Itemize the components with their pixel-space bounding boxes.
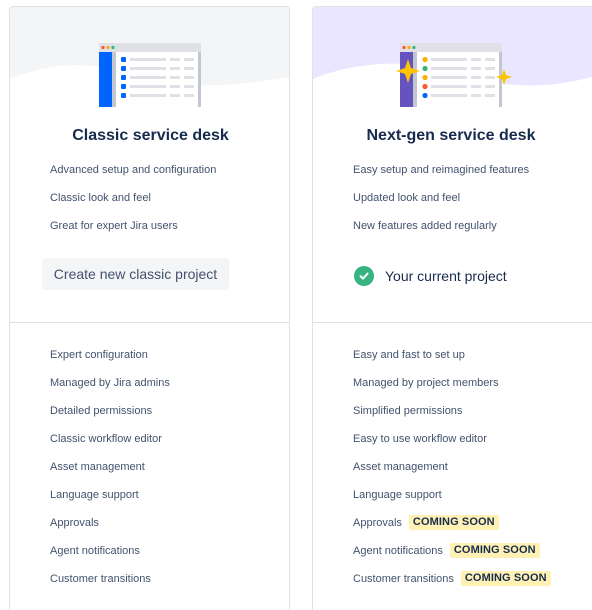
comparison-item: Easy to use workflow editor [353, 433, 487, 445]
comparison-item: Simplified permissions [353, 405, 463, 417]
next-gen-service-desk-card: Next-gen service desk Easy setup and rei… [312, 6, 592, 610]
comparison-item: Easy and fast to set up [353, 349, 465, 361]
classic-comparison-list: Expert configuration Managed by Jira adm… [50, 348, 170, 600]
classic-app-window-icon [99, 43, 201, 107]
feature-item: Updated look and feel [353, 192, 461, 204]
next-gen-title: Next-gen service desk [366, 127, 536, 144]
comparison-item: Approvals [50, 517, 99, 529]
next-gen-hero-illustration [313, 7, 592, 107]
next-gen-feature-list: Easy setup and reimagined features Updat… [353, 163, 529, 247]
comparison-item: Customer transitions COMING SOON [353, 571, 551, 600]
feature-item: Great for expert Jira users [50, 220, 178, 232]
coming-soon-badge: COMING SOON [449, 543, 540, 558]
comparison-item: Language support [50, 489, 139, 501]
coming-soon-badge: COMING SOON [408, 515, 499, 530]
comparison-item: Detailed permissions [50, 405, 153, 417]
comparison-item: Agent notifications COMING SOON [353, 543, 551, 572]
check-circle-icon [354, 266, 374, 286]
coming-soon-badge: COMING SOON [460, 571, 551, 586]
comparison-item: Customer transitions [50, 573, 151, 585]
feature-item: New features added regularly [353, 220, 497, 232]
comparison-item: Language support [353, 489, 442, 501]
comparison-item: Agent notifications [50, 545, 140, 557]
feature-item: Advanced setup and configuration [50, 164, 217, 176]
comparison-item: Managed by project members [353, 377, 499, 389]
comparison-item: Asset management [353, 461, 448, 473]
next-gen-app-window-icon [400, 43, 502, 107]
comparison-item: Expert configuration [50, 349, 148, 361]
divider [313, 322, 592, 323]
classic-feature-list: Advanced setup and configuration Classic… [50, 163, 216, 247]
feature-item: Classic look and feel [50, 192, 151, 204]
next-gen-comparison-list: Easy and fast to set up Managed by proje… [353, 348, 551, 600]
divider [10, 322, 289, 323]
classic-service-desk-card: Classic service desk Advanced setup and … [9, 6, 290, 610]
create-classic-project-button[interactable]: Create new classic project [42, 258, 229, 290]
current-project-label: Your current project [385, 268, 507, 284]
feature-item: Easy setup and reimagined features [353, 164, 530, 176]
classic-title: Classic service desk [72, 127, 229, 144]
comparison-item: Managed by Jira admins [50, 377, 170, 389]
comparison-item: Classic workflow editor [50, 433, 162, 445]
comparison-item: Approvals COMING SOON [353, 515, 551, 544]
classic-hero-illustration [10, 7, 289, 107]
comparison-item: Asset management [50, 461, 145, 473]
current-project-indicator: Your current project [354, 265, 507, 287]
